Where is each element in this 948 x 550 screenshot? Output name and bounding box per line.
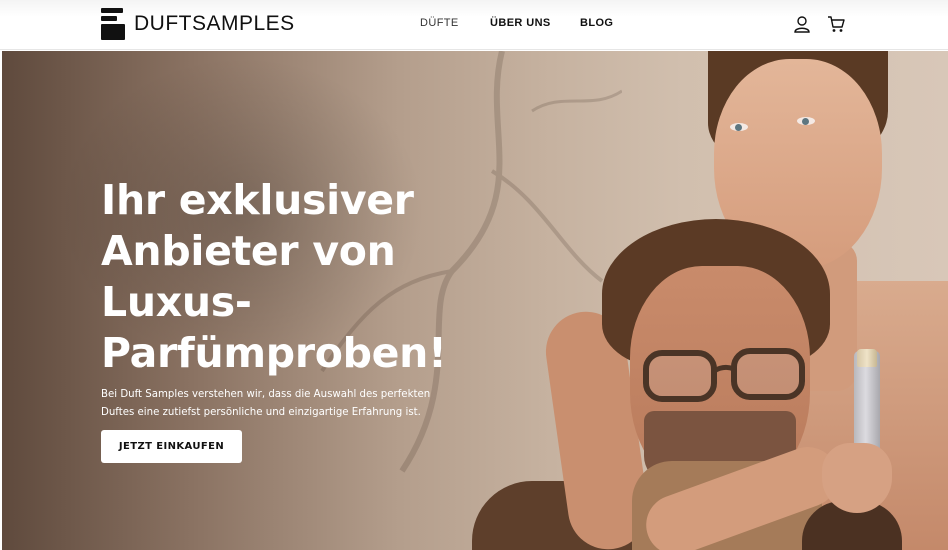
nav-duefte[interactable]: DÜFTE: [420, 17, 459, 29]
hero-headline: Ihr exklusiver Anbieter von Luxus- Parfü…: [101, 176, 447, 377]
site-header: DUFTSAMPLES DÜFTE ÜBER UNS BLOG: [0, 0, 948, 50]
logo[interactable]: DUFTSAMPLES: [101, 8, 295, 40]
shop-now-button[interactable]: JETZT EINKAUFEN: [101, 430, 242, 463]
user-icon[interactable]: [793, 15, 811, 33]
nav-ueber-uns[interactable]: ÜBER UNS: [490, 17, 551, 29]
hero-subtext: Bei Duft Samples verstehen wir, dass die…: [101, 389, 431, 418]
logo-text: DUFTSAMPLES: [134, 12, 295, 35]
nav-blog[interactable]: BLOG: [580, 17, 613, 29]
logo-icon: [101, 8, 125, 40]
cart-icon[interactable]: [827, 15, 845, 33]
